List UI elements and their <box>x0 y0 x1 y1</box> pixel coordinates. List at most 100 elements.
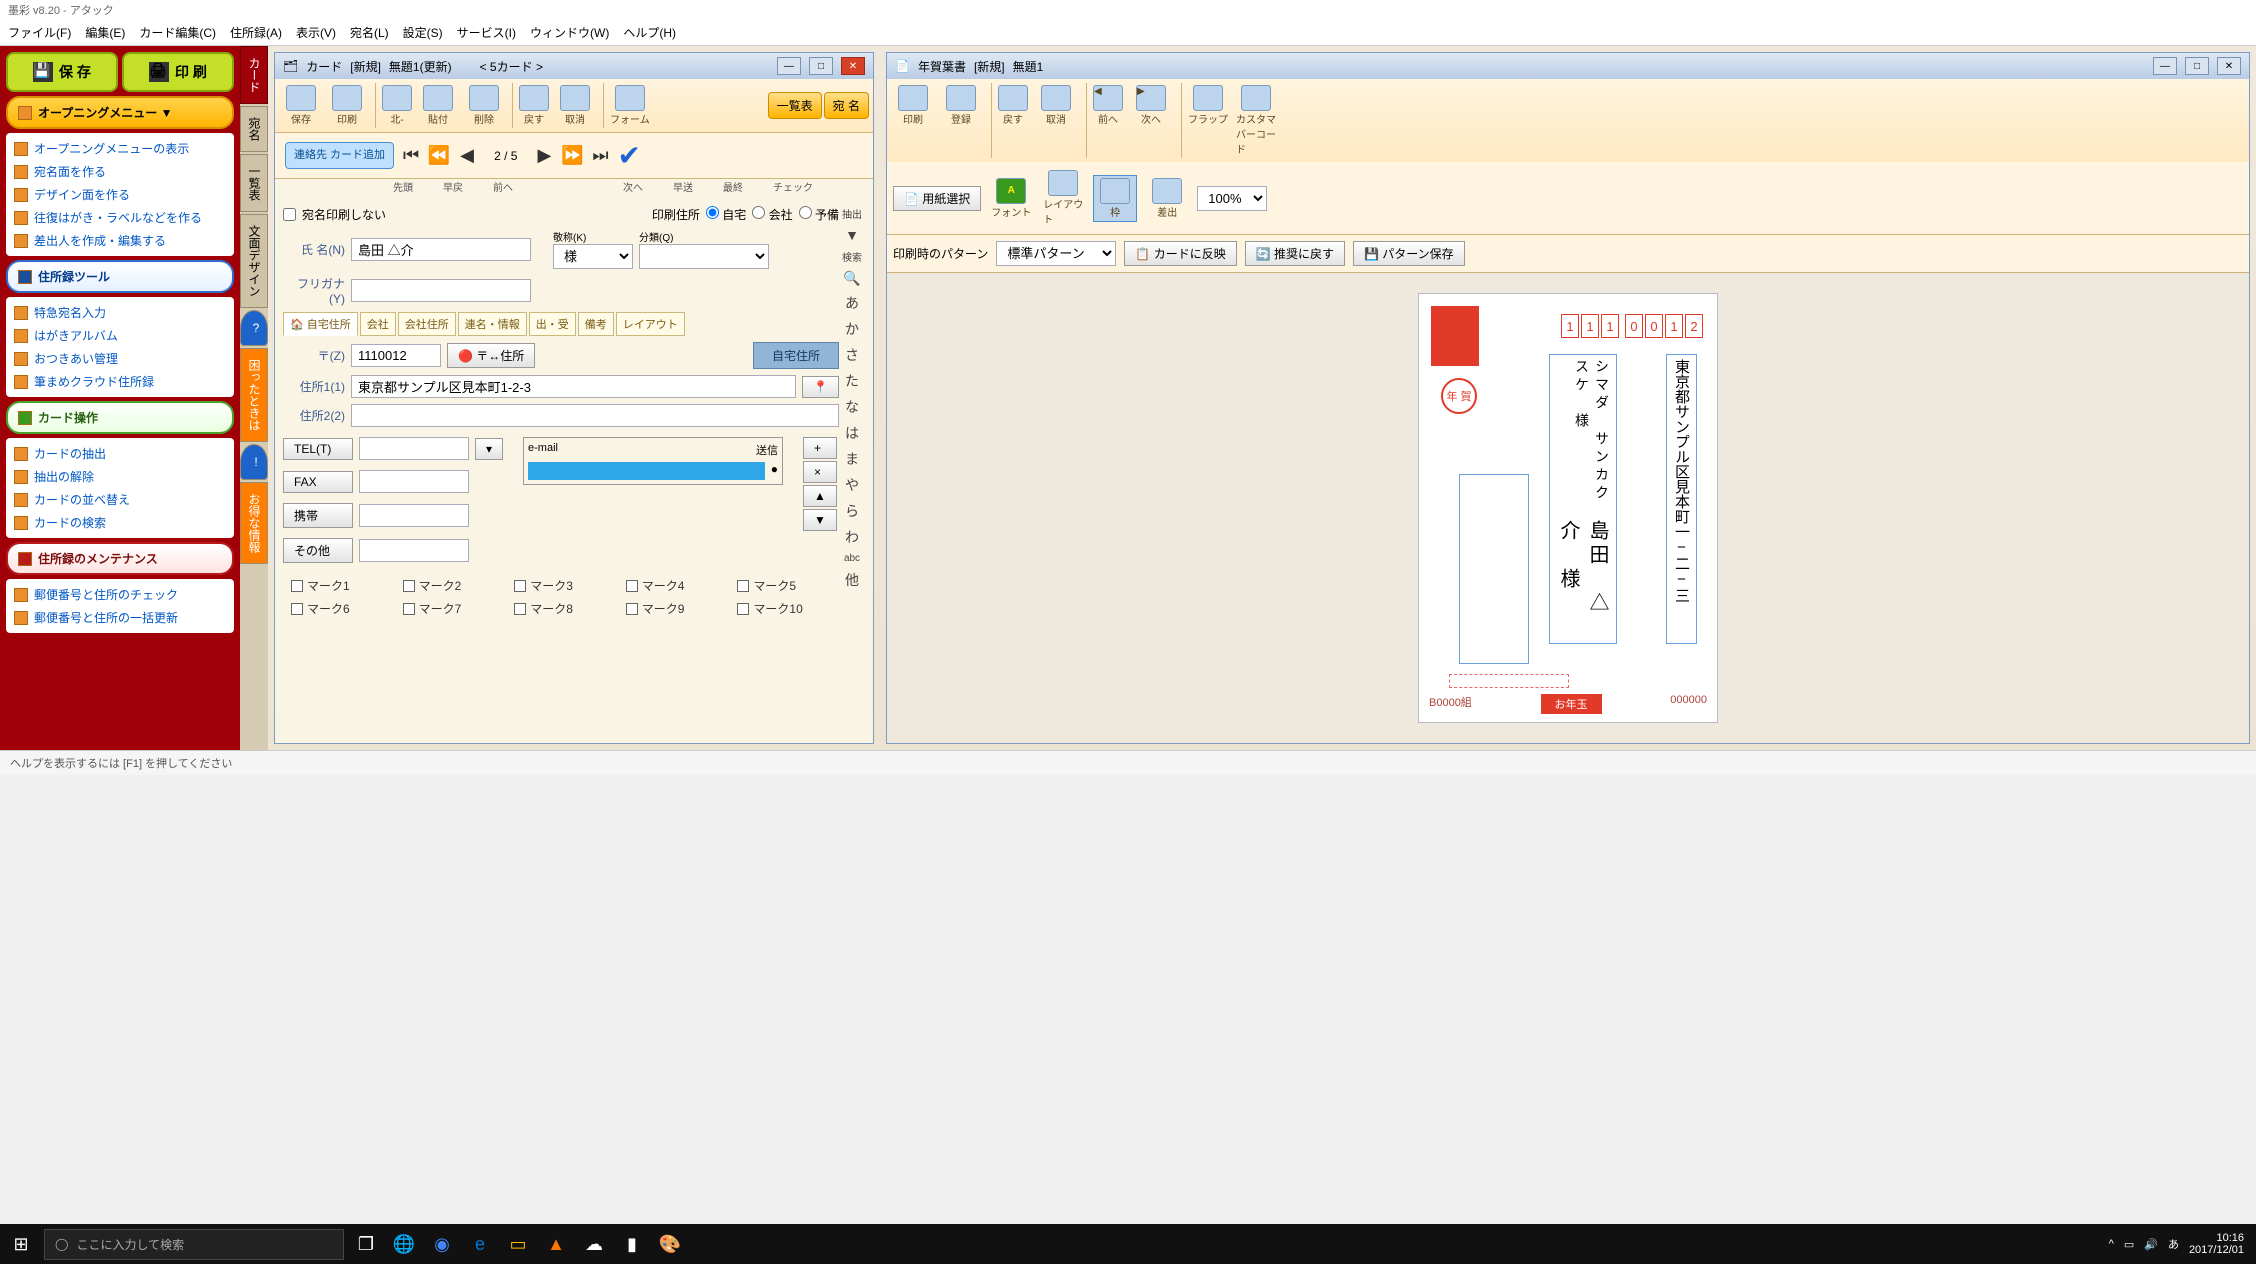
vtab-atena[interactable]: 宛名 <box>240 106 268 152</box>
bunrui-select[interactable] <box>639 244 769 269</box>
mark-checkbox[interactable]: マーク7 <box>403 600 497 617</box>
kana-item[interactable]: あ <box>845 293 859 313</box>
kana-item[interactable]: か <box>845 319 859 339</box>
tool-save[interactable]: 保存 <box>279 83 323 128</box>
mark-checkbox[interactable]: マーク3 <box>514 577 608 594</box>
addr2-input[interactable] <box>351 404 839 427</box>
menu-atena[interactable]: 宛名(L) <box>350 24 389 41</box>
tray-volume-icon[interactable]: 🔊 <box>2144 1238 2158 1251</box>
ptool-frame[interactable]: 枠 <box>1093 175 1137 222</box>
menu-window[interactable]: ウィンドウ(W) <box>530 24 609 41</box>
maximize-button[interactable]: □ <box>2185 57 2209 75</box>
minimize-button[interactable]: — <box>777 57 801 75</box>
kana-item[interactable]: た <box>845 371 859 391</box>
zoom-select[interactable]: 100% <box>1197 186 1267 211</box>
menu-service[interactable]: サービス(I) <box>457 24 516 41</box>
addressbook-tool-header[interactable]: 住所録ツール <box>6 260 234 293</box>
ptool-next[interactable]: ▶次へ <box>1129 83 1173 158</box>
ptool-prev[interactable]: ◀前へ <box>1086 83 1125 158</box>
task-view-icon[interactable]: ❐ <box>350 1228 382 1260</box>
email-del-button[interactable]: × <box>803 461 837 483</box>
ptool-font[interactable]: Aフォント <box>989 176 1033 221</box>
tray-network-icon[interactable]: ▭ <box>2124 1238 2134 1251</box>
taskbar-search[interactable]: ◯ここに入力して検索 <box>44 1229 344 1260</box>
taskbar-app[interactable]: ◉ <box>426 1228 458 1260</box>
email-add-button[interactable]: + <box>803 437 837 459</box>
sidebar-item[interactable]: はがきアルバム <box>12 324 228 347</box>
vtab-info-icon[interactable]: ! <box>240 444 268 480</box>
vtab-help-text[interactable]: 困ったときは <box>240 348 268 442</box>
sidebar-item[interactable]: カードの検索 <box>12 511 228 534</box>
subtab-home[interactable]: 🏠 自宅住所 <box>283 312 358 336</box>
recipient-name[interactable]: シマダ サンカクスケ 様 島田 △介 様 <box>1549 354 1617 644</box>
tel-dropdown[interactable]: ▾ <box>475 438 503 460</box>
email-row[interactable] <box>528 462 765 480</box>
nav-prev[interactable]: ◀ <box>456 143 478 169</box>
mark-checkbox[interactable]: マーク10 <box>737 600 831 617</box>
nav-next[interactable]: ▶ <box>533 143 555 169</box>
maximize-button[interactable]: □ <box>809 57 833 75</box>
vtab-card[interactable]: カード <box>240 46 268 104</box>
tool-copy[interactable]: 北- <box>375 83 414 128</box>
subtab-send-recv[interactable]: 出・受 <box>529 312 576 336</box>
ptool-undo[interactable]: 戻す <box>991 83 1030 158</box>
nav-last[interactable]: ⏭ <box>589 143 611 169</box>
menu-addressbook[interactable]: 住所録(A) <box>230 24 282 41</box>
mark-checkbox[interactable]: マーク2 <box>403 577 497 594</box>
sidebar-item[interactable]: 抽出の解除 <box>12 465 228 488</box>
addr1-input[interactable] <box>351 375 796 398</box>
sender-zip[interactable] <box>1449 674 1569 688</box>
list-view-button[interactable]: 一覧表 <box>768 92 822 119</box>
taskbar-app[interactable]: ▭ <box>502 1228 534 1260</box>
radio-home[interactable]: 自宅 <box>706 206 746 223</box>
kana-item[interactable]: さ <box>845 345 859 365</box>
close-button[interactable]: ✕ <box>841 57 865 75</box>
card-ops-header[interactable]: カード操作 <box>6 401 234 434</box>
start-button[interactable]: ⊞ <box>4 1227 38 1261</box>
nav-fastback[interactable]: ⏪ <box>428 143 450 169</box>
ptool-sender[interactable]: 差出 <box>1145 176 1189 221</box>
tel-input[interactable] <box>359 437 469 460</box>
kana-item[interactable]: ら <box>845 501 859 521</box>
mark-checkbox[interactable]: マーク1 <box>291 577 385 594</box>
other-button[interactable]: その他 <box>283 538 353 563</box>
mark-checkbox[interactable]: マーク6 <box>291 600 385 617</box>
sidebar-item[interactable]: カードの抽出 <box>12 442 228 465</box>
fax-button[interactable]: FAX <box>283 471 353 493</box>
sidebar-item[interactable]: オープニングメニューの表示 <box>12 137 228 160</box>
vtab-design[interactable]: 文面デザイン <box>240 214 268 308</box>
email-down-button[interactable]: ▼ <box>803 509 837 531</box>
maintenance-header[interactable]: 住所録のメンテナンス <box>6 542 234 575</box>
menu-cardedit[interactable]: カード編集(C) <box>139 24 216 41</box>
add-card-button[interactable]: 連絡先 カード追加 <box>285 142 394 169</box>
close-button[interactable]: ✕ <box>2217 57 2241 75</box>
opening-menu-header[interactable]: オープニングメニュー ▼ <box>6 96 234 129</box>
sidebar-item[interactable]: 郵便番号と住所の一括更新 <box>12 606 228 629</box>
subtab-company-addr[interactable]: 会社住所 <box>398 312 456 336</box>
radio-spare[interactable]: 予備 <box>799 206 839 223</box>
tool-delete[interactable]: 削除 <box>462 83 506 128</box>
vtab-info[interactable]: お得な情報 <box>240 482 268 564</box>
sidebar-item[interactable]: 筆まめクラウド住所録 <box>12 370 228 393</box>
zip-addr-button[interactable]: 🔴 〒↔住所 <box>447 343 535 368</box>
save-button[interactable]: 💾保 存 <box>6 52 118 92</box>
home-addr-button[interactable]: 自宅住所 <box>753 342 839 369</box>
mark-checkbox[interactable]: マーク8 <box>514 600 608 617</box>
fax-input[interactable] <box>359 470 469 493</box>
tool-redo[interactable]: 取消 <box>553 83 597 128</box>
sidebar-item[interactable]: カードの並べ替え <box>12 488 228 511</box>
email-up-button[interactable]: ▲ <box>803 485 837 507</box>
kana-item[interactable]: abc <box>844 553 860 564</box>
taskbar-app[interactable]: 🎨 <box>654 1228 686 1260</box>
kana-item[interactable]: わ <box>845 527 859 547</box>
menu-view[interactable]: 表示(V) <box>296 24 336 41</box>
print-button[interactable]: 🖨印 刷 <box>122 52 234 92</box>
name-input[interactable] <box>351 238 531 261</box>
mobile-input[interactable] <box>359 504 469 527</box>
tool-print[interactable]: 印刷 <box>325 83 369 128</box>
search-icon[interactable]: 🔍 <box>843 270 860 287</box>
kana-item[interactable]: 他 <box>845 570 859 590</box>
menu-help[interactable]: ヘルプ(H) <box>623 24 676 41</box>
other-input[interactable] <box>359 539 469 562</box>
taskbar-app[interactable]: 🌐 <box>388 1228 420 1260</box>
